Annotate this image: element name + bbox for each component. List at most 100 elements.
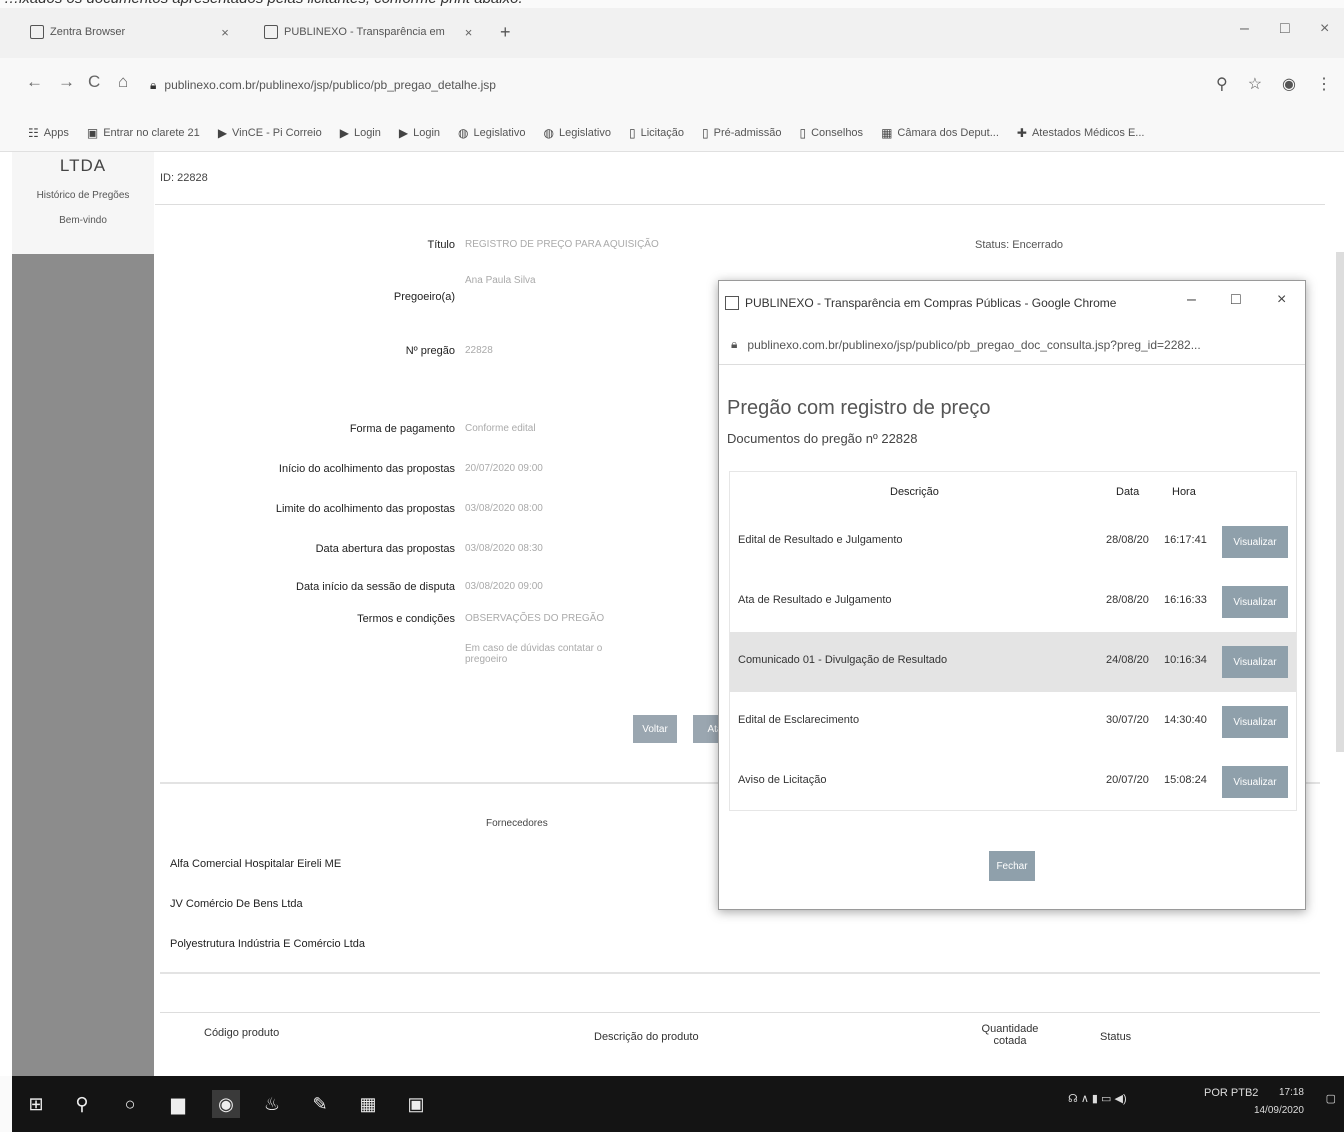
field-value-abertura[interactable]: 03/08/2020 08:30	[465, 543, 543, 554]
visualizar-button[interactable]: Visualizar	[1222, 526, 1288, 558]
field-value-limite-acolhimento[interactable]: 03/08/2020 08:00	[465, 503, 543, 514]
field-value-inicio-acolhimento[interactable]: 20/07/2020 09:00	[465, 463, 543, 474]
field-value-pagamento[interactable]: Conforme edital	[465, 423, 536, 434]
tab-publinexo[interactable]: PUBLINEXO - Transparência em ×	[264, 18, 472, 46]
windows-start-icon[interactable]: ⊞	[22, 1090, 50, 1118]
zoom-icon[interactable]: ⚲	[1216, 74, 1228, 94]
bookmark[interactable]: ▶ Login	[399, 126, 440, 140]
calculator-icon[interactable]: ▦	[354, 1090, 382, 1118]
tab-favicon-icon	[30, 25, 44, 39]
popup-title: PUBLINEXO - Transparência em Compras Púb…	[745, 296, 1117, 310]
clock-date: 14/09/2020	[1253, 1105, 1304, 1116]
close-icon[interactable]: ×	[465, 25, 473, 40]
maximize-icon[interactable]: □	[1280, 20, 1290, 38]
menu-icon[interactable]: ⋮	[1316, 74, 1332, 94]
fornecedor-item: JV Comércio De Bens Ltda	[170, 898, 303, 910]
bookmark[interactable]: ▶ Login	[340, 126, 381, 140]
new-tab-icon[interactable]: +	[500, 22, 511, 43]
field-label-termos: Termos e condições	[357, 613, 455, 625]
bookmark[interactable]: ▶ VinCE - Pi Correio	[218, 126, 322, 140]
lock-icon: 🔒︎	[731, 337, 738, 351]
url-text: publinexo.com.br/publinexo/jsp/publico/p…	[164, 78, 496, 92]
url-field[interactable]: 🔒︎ publinexo.com.br/publinexo/jsp/public…	[150, 72, 1210, 98]
document-app-icon[interactable]: ▣	[402, 1090, 430, 1118]
task-view-icon[interactable]: ○	[116, 1090, 144, 1118]
popup-subheading: Documentos do pregão nº 22828	[727, 431, 918, 446]
star-icon[interactable]: ☆	[1248, 74, 1262, 94]
tray-icons[interactable]: ☊ ∧ ▮ ▭ ◀)	[1068, 1092, 1127, 1105]
maximize-icon[interactable]: □	[1231, 291, 1241, 309]
sidebar-item-historico[interactable]: Histórico de Pregões	[12, 190, 154, 201]
popup-url: publinexo.com.br/publinexo/jsp/publico/p…	[747, 337, 1201, 352]
bookmark[interactable]: ◍ Legislativo	[458, 126, 525, 140]
fornecedor-item: Polyestrutura Indústria E Comércio Ltda	[170, 938, 366, 950]
bookmark[interactable]: ▦ Câmara dos Deput...	[881, 126, 999, 140]
close-icon[interactable]: ×	[221, 25, 229, 40]
bookmark[interactable]: ◍ Legislativo	[544, 126, 611, 140]
search-icon[interactable]: ⚲	[68, 1090, 96, 1118]
close-window-icon[interactable]: ×	[1320, 20, 1329, 38]
field-value-termos[interactable]: OBSERVAÇÕES DO PREGÃO	[465, 613, 604, 624]
notifications-icon[interactable]: ▢	[1326, 1092, 1336, 1105]
visualizar-button[interactable]: Visualizar	[1222, 766, 1288, 798]
pregao-id: ID: 22828	[160, 172, 208, 184]
globe-icon: ◍	[543, 125, 554, 140]
bookmark[interactable]: ✚ Atestados Médicos E...	[1017, 126, 1145, 140]
lock-icon: 🔒︎	[150, 77, 157, 92]
app-icon[interactable]: ♨	[258, 1090, 286, 1118]
clock-time: 17:18	[1278, 1087, 1304, 1098]
play-icon: ▶	[217, 125, 228, 140]
page-scrollbar[interactable]	[1336, 252, 1344, 752]
field-value-pregoeiro: Ana Paula Silva	[465, 275, 536, 286]
address-bar: ← → C ⌂ 🔒︎ publinexo.com.br/publinexo/js…	[0, 58, 1344, 114]
status-label: Status: Encerrado	[975, 239, 1064, 251]
field-value-disputa[interactable]: 03/08/2020 09:00	[465, 581, 543, 592]
reload-icon[interactable]: C	[88, 72, 100, 92]
field-label-abertura: Data abertura das propostas	[315, 543, 455, 555]
close-icon[interactable]: ×	[1277, 291, 1286, 309]
col-header-data: Data	[1116, 486, 1140, 498]
browser-tabstrip: Zentra Browser × PUBLINEXO - Transparênc…	[0, 8, 1344, 58]
play-icon: ▶	[398, 125, 409, 140]
app-icon[interactable]: ✎	[306, 1090, 334, 1118]
visualizar-button[interactable]: Visualizar	[1222, 586, 1288, 618]
table-row: Aviso de Licitação 20/07/20 15:08:24 Vis…	[730, 752, 1296, 812]
language-indicator[interactable]: POR PTB2	[1204, 1084, 1258, 1102]
back-arrow-icon[interactable]: ←	[26, 72, 43, 92]
page-icon: ▯	[702, 125, 709, 140]
bookmark-apps[interactable]: ☷ Apps	[28, 126, 69, 140]
bookmark-icon: ▣	[86, 125, 99, 140]
fornecedores-header: Fornecedores	[486, 818, 548, 829]
bookmark[interactable]: ▯ Licitação	[629, 126, 684, 140]
home-icon[interactable]: ⌂	[118, 72, 128, 92]
page-icon: ▯	[799, 125, 807, 140]
table-row: Ata de Resultado e Julgamento 28/08/20 1…	[730, 572, 1296, 632]
minimize-icon[interactable]: –	[1187, 291, 1196, 309]
field-value-titulo: REGISTRO DE PREÇO PARA AQUISIÇÃO	[465, 239, 659, 250]
file-explorer-icon[interactable]: ▆	[164, 1090, 192, 1118]
sidebar-item-bemvindo[interactable]: Bem-vindo	[12, 215, 154, 226]
minimize-icon[interactable]: –	[1240, 20, 1249, 38]
bookmark[interactable]: ▣ Entrar no clarete 21	[87, 126, 200, 140]
bookmark[interactable]: ▯ Pré-admissão	[702, 126, 781, 140]
field-label-pagamento: Forma de pagamento	[349, 423, 455, 435]
bookmark[interactable]: ▯ Conselhos	[799, 126, 863, 140]
documents-popup-window: PUBLINEXO - Transparência em Compras Púb…	[718, 280, 1306, 910]
forward-arrow-icon[interactable]: →	[58, 72, 75, 92]
medical-icon: ✚	[1016, 125, 1027, 140]
field-label-limite-acolhimento: Limite do acolhimento das propostas	[275, 503, 455, 515]
voltar-button[interactable]: Voltar	[633, 715, 677, 743]
visualizar-button[interactable]: Visualizar	[1222, 706, 1288, 738]
profile-icon[interactable]: ◉	[1282, 74, 1296, 94]
sidebar: LTDA Histórico de Pregões Bem-vindo	[12, 152, 154, 1076]
field-label-pregoeiro: Pregoeiro(a)	[393, 291, 455, 303]
building-icon: ▦	[881, 125, 893, 140]
chrome-icon[interactable]: ◉	[212, 1090, 240, 1118]
document-caption: …ixados os documentos apresentados pelas…	[0, 0, 1344, 8]
clock[interactable]: 17:18 14/09/2020	[1254, 1084, 1304, 1120]
tab-zentra[interactable]: Zentra Browser ×	[30, 18, 229, 46]
fechar-button[interactable]: Fechar	[989, 851, 1035, 881]
visualizar-button[interactable]: Visualizar	[1222, 646, 1288, 678]
popup-url-field[interactable]: 🔒︎ publinexo.com.br/publinexo/jsp/public…	[719, 325, 1305, 365]
popup-favicon-icon	[725, 296, 739, 310]
